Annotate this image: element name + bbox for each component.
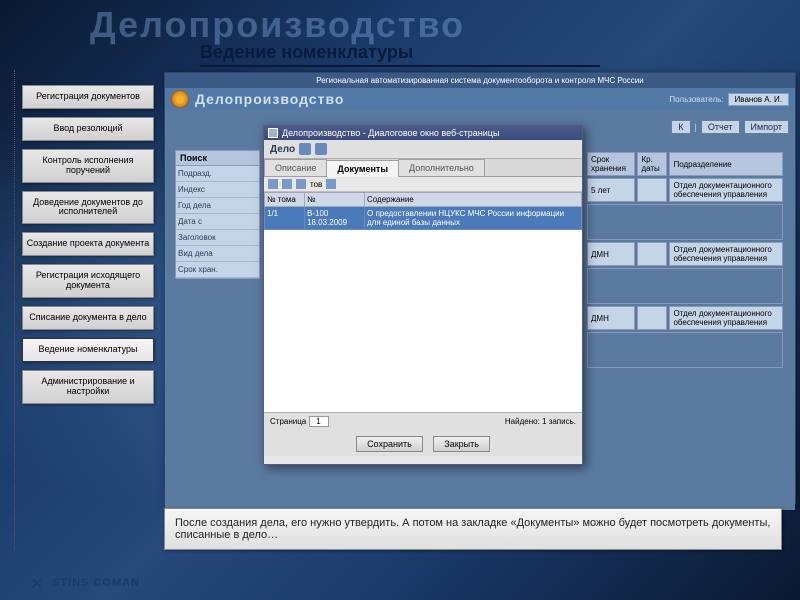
app-title: Делопроизводство [195,91,344,107]
table-row[interactable]: 5 лет Отдел документационного обеспечени… [587,178,783,202]
col-header[interactable]: Подразделение [669,152,783,176]
toolbar-ok[interactable]: К [671,120,690,134]
sidebar-item-delivery[interactable]: Доведение документов до исполнителей [22,191,154,225]
close-button[interactable]: Закрыть [433,436,490,452]
sidebar-item-admin[interactable]: Администрирование и настройки [22,370,154,404]
search-field[interactable]: Индекс [176,182,259,198]
app-window: Региональная автоматизированная система … [164,72,796,504]
dialog-grid: № тома № Содержание 1/1 В-100 18.03.2009… [264,192,582,412]
dialog-icon [268,128,278,138]
main-table: Срок хранения Кр. даты Подразделение 5 л… [585,150,785,370]
butterfly-icon: ✕ [30,574,48,592]
sidebar-item-resolutions[interactable]: Ввод резолюций [22,117,154,141]
footer-note: После создания дела, его нужно утвердить… [164,508,782,550]
toolbar-report[interactable]: Отчет [701,120,740,134]
company-brand: ✕ STINS COMAN [30,574,140,592]
dialog-tabs: Описание Документы Дополнительно [264,159,582,177]
tab-description[interactable]: Описание [264,159,327,176]
search-field[interactable]: Год дела [176,198,259,214]
sidebar-item-outgoing[interactable]: Регистрация исходящего документа [22,264,154,298]
col-header[interactable]: Срок хранения [587,152,635,176]
section-subtitle: Ведение номенклатуры [200,42,600,67]
tab-documents[interactable]: Документы [326,160,399,177]
sidebar-item-control[interactable]: Контроль исполнения поручений [22,149,154,183]
edit-icon[interactable] [282,179,292,189]
app-header: Региональная автоматизированная система … [165,73,795,88]
record-count: Найдено: 1 запись. [505,417,576,426]
sidebar-item-writeoff[interactable]: Списание документа в дело [22,306,154,330]
grid-row[interactable]: 1/1 В-100 18.03.2009 О предоставлении НЦ… [265,207,582,230]
toolbar-import[interactable]: Импорт [744,120,789,134]
user-label: Пользователь: [669,95,723,104]
sidebar-item-nomenclature[interactable]: Ведение номенклатуры [22,338,154,362]
main-title: Делопроизводство [90,4,465,46]
search-field[interactable]: Дата с [176,214,259,230]
page-input[interactable] [309,416,329,427]
emblem-icon [171,90,189,108]
table-row[interactable]: ДМН Отдел документационного обеспечения … [587,242,783,266]
col-num[interactable]: № [305,193,365,207]
app-toolbar: К | Отчет Импорт [671,120,789,134]
sidebar-item-registration[interactable]: Регистрация документов [22,85,154,109]
col-tom[interactable]: № тома [265,193,305,207]
dialog-subtoolbar: тов [264,177,582,192]
search-panel: Поиск Подразд. Индекс Год дела Дата с За… [175,150,260,279]
col-content[interactable]: Содержание [365,193,582,207]
sidebar: Регистрация документов Ввод резолюций Ко… [22,85,154,412]
search-header: Поиск [176,151,259,166]
search-field[interactable]: Срок хран. [176,262,259,278]
save-button[interactable]: Сохранить [356,436,423,452]
sidebar-item-draft[interactable]: Создание проекта документа [22,232,154,256]
save-icon[interactable] [299,143,311,155]
dialog-pager: Страница Найдено: 1 запись. [264,412,582,430]
col-header[interactable]: Кр. даты [637,152,667,176]
refresh-icon[interactable] [315,143,327,155]
user-name: Иванов А. И. [728,93,789,106]
search-field[interactable]: Подразд. [176,166,259,182]
table-row[interactable]: ДМН Отдел документационного обеспечения … [587,306,783,330]
dialog-titlebar[interactable]: Делопроизводство - Диалоговое окно веб-с… [264,126,582,140]
action-icon[interactable] [326,179,336,189]
vertical-divider [14,70,15,550]
search-field[interactable]: Вид дела [176,246,259,262]
dialog-toolbar: Дело [264,140,582,159]
dialog-buttons: Сохранить Закрыть [264,430,582,456]
delete-icon[interactable] [296,179,306,189]
add-icon[interactable] [268,179,278,189]
search-field[interactable]: Заголовок [176,230,259,246]
tab-additional[interactable]: Дополнительно [398,159,485,176]
dialog: Делопроизводство - Диалоговое окно веб-с… [263,125,583,465]
